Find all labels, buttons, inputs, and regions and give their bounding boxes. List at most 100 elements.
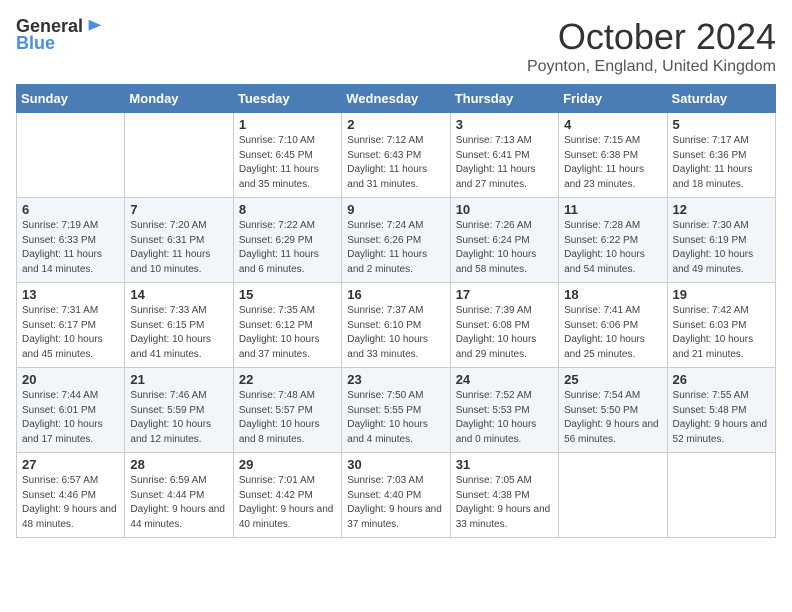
day-number: 15 [239, 287, 336, 302]
calendar-table: SundayMondayTuesdayWednesdayThursdayFrid… [16, 84, 776, 538]
week-row-4: 20 Sunrise: 7:44 AM Sunset: 6:01 PM Dayli… [17, 368, 776, 453]
weekday-header-friday: Friday [559, 85, 667, 113]
calendar-cell: 6Sunrise: 7:19 AM Sunset: 6:33 PM Daylig… [17, 198, 125, 283]
day-number: 21 [130, 372, 227, 387]
calendar-cell: 13Sunrise: 7:31 AM Sunset: 6:17 PM Dayli… [17, 283, 125, 368]
day-number: 19 [673, 287, 770, 302]
day-info: Sunrise: 7:50 AM Sunset: 5:55 PM Dayligh… [347, 389, 444, 447]
calendar-cell: 3Sunrise: 7:13 AM Sunset: 6:41 PM Daylig… [450, 113, 558, 198]
calendar-cell: 2 Sunrise: 7:12 AM Sunset: 6:43 PM Daylig… [342, 113, 450, 198]
week-row-1: 1 Sunrise: 7:10 AM Sunset: 6:45 PM Daylig… [17, 113, 776, 198]
calendar-cell: 21 Sunrise: 7:46 AM Sunset: 5:59 PM Dayli… [125, 368, 233, 453]
day-info: Sunrise: 7:33 AM Sunset: 6:15 PM Dayligh… [130, 304, 227, 362]
header: General Blue October 2024 Poynton, Engla… [16, 16, 776, 76]
day-info: Sunrise: 7:26 AM Sunset: 6:24 PM Dayligh… [456, 219, 553, 277]
calendar-cell: 15 Sunrise: 7:35 AM Sunset: 6:12 PM Dayli… [233, 283, 341, 368]
day-info: Sunrise: 7:39 AM Sunset: 6:08 PM Dayligh… [456, 304, 553, 362]
day-number: 16 [347, 287, 444, 302]
logo-blue: Blue [16, 33, 55, 54]
calendar-cell: 19 Sunrise: 7:42 AM Sunset: 6:03 PM Dayli… [667, 283, 775, 368]
day-info: Sunrise: 7:17 AM Sunset: 6:36 PM Dayligh… [673, 134, 770, 192]
day-info: Sunrise: 7:22 AM Sunset: 6:29 PM Dayligh… [239, 219, 336, 277]
day-number: 29 [239, 457, 336, 472]
calendar-cell: 17 Sunrise: 7:39 AM Sunset: 6:08 PM Dayli… [450, 283, 558, 368]
day-info: Sunrise: 7:44 AM Sunset: 6:01 PM Dayligh… [22, 389, 119, 447]
month-title: October 2024 [527, 16, 776, 58]
day-number: 7 [130, 202, 227, 217]
weekday-header-wednesday: Wednesday [342, 85, 450, 113]
day-number: 5 [673, 117, 770, 132]
calendar-cell: 4 Sunrise: 7:15 AM Sunset: 6:38 PM Daylig… [559, 113, 667, 198]
day-info: Sunrise: 7:35 AM Sunset: 6:12 PM Dayligh… [239, 304, 336, 362]
day-number: 18 [564, 287, 661, 302]
day-number: 10 [456, 202, 553, 217]
title-area: October 2024 Poynton, England, United Ki… [527, 16, 776, 76]
day-number: 4 [564, 117, 661, 132]
day-number: 27 [22, 457, 119, 472]
calendar-cell: 22Sunrise: 7:48 AM Sunset: 5:57 PM Dayli… [233, 368, 341, 453]
day-number: 11 [564, 202, 661, 217]
day-number: 28 [130, 457, 227, 472]
calendar-cell: 14Sunrise: 7:33 AM Sunset: 6:15 PM Dayli… [125, 283, 233, 368]
day-info: Sunrise: 7:37 AM Sunset: 6:10 PM Dayligh… [347, 304, 444, 362]
day-info: Sunrise: 7:55 AM Sunset: 5:48 PM Dayligh… [673, 389, 770, 447]
day-number: 17 [456, 287, 553, 302]
weekday-header-monday: Monday [125, 85, 233, 113]
calendar-cell: 18Sunrise: 7:41 AM Sunset: 6:06 PM Dayli… [559, 283, 667, 368]
calendar-cell: 16 Sunrise: 7:37 AM Sunset: 6:10 PM Dayli… [342, 283, 450, 368]
calendar-cell: 30 Sunrise: 7:03 AM Sunset: 4:40 PM Dayli… [342, 453, 450, 538]
calendar-cell: 11 Sunrise: 7:28 AM Sunset: 6:22 PM Dayli… [559, 198, 667, 283]
day-info: Sunrise: 7:52 AM Sunset: 5:53 PM Dayligh… [456, 389, 553, 447]
day-number: 13 [22, 287, 119, 302]
week-row-3: 13Sunrise: 7:31 AM Sunset: 6:17 PM Dayli… [17, 283, 776, 368]
day-info: Sunrise: 7:54 AM Sunset: 5:50 PM Dayligh… [564, 389, 661, 447]
day-number: 25 [564, 372, 661, 387]
calendar-cell [667, 453, 775, 538]
day-info: Sunrise: 7:30 AM Sunset: 6:19 PM Dayligh… [673, 219, 770, 277]
day-info: Sunrise: 7:42 AM Sunset: 6:03 PM Dayligh… [673, 304, 770, 362]
calendar-cell [125, 113, 233, 198]
day-number: 9 [347, 202, 444, 217]
day-number: 26 [673, 372, 770, 387]
calendar-cell: 12 Sunrise: 7:30 AM Sunset: 6:19 PM Dayli… [667, 198, 775, 283]
day-number: 1 [239, 117, 336, 132]
calendar-cell: 27Sunrise: 6:57 AM Sunset: 4:46 PM Dayli… [17, 453, 125, 538]
location-title: Poynton, England, United Kingdom [527, 58, 776, 76]
calendar-cell: 20 Sunrise: 7:44 AM Sunset: 6:01 PM Dayli… [17, 368, 125, 453]
weekday-header-tuesday: Tuesday [233, 85, 341, 113]
calendar-cell: 5 Sunrise: 7:17 AM Sunset: 6:36 PM Daylig… [667, 113, 775, 198]
day-number: 22 [239, 372, 336, 387]
day-info: Sunrise: 7:10 AM Sunset: 6:45 PM Dayligh… [239, 134, 336, 192]
day-number: 12 [673, 202, 770, 217]
day-number: 20 [22, 372, 119, 387]
calendar-cell [17, 113, 125, 198]
day-info: Sunrise: 6:59 AM Sunset: 4:44 PM Dayligh… [130, 474, 227, 532]
weekday-header-thursday: Thursday [450, 85, 558, 113]
day-info: Sunrise: 7:12 AM Sunset: 6:43 PM Dayligh… [347, 134, 444, 192]
day-number: 30 [347, 457, 444, 472]
day-info: Sunrise: 7:28 AM Sunset: 6:22 PM Dayligh… [564, 219, 661, 277]
header-row: SundayMondayTuesdayWednesdayThursdayFrid… [17, 85, 776, 113]
day-number: 2 [347, 117, 444, 132]
day-info: Sunrise: 7:20 AM Sunset: 6:31 PM Dayligh… [130, 219, 227, 277]
day-number: 3 [456, 117, 553, 132]
day-number: 24 [456, 372, 553, 387]
calendar-cell: 1 Sunrise: 7:10 AM Sunset: 6:45 PM Daylig… [233, 113, 341, 198]
day-info: Sunrise: 7:15 AM Sunset: 6:38 PM Dayligh… [564, 134, 661, 192]
week-row-2: 6Sunrise: 7:19 AM Sunset: 6:33 PM Daylig… [17, 198, 776, 283]
calendar-cell: 7 Sunrise: 7:20 AM Sunset: 6:31 PM Daylig… [125, 198, 233, 283]
day-info: Sunrise: 7:03 AM Sunset: 4:40 PM Dayligh… [347, 474, 444, 532]
day-number: 23 [347, 372, 444, 387]
calendar-cell: 9 Sunrise: 7:24 AM Sunset: 6:26 PM Daylig… [342, 198, 450, 283]
day-info: Sunrise: 7:24 AM Sunset: 6:26 PM Dayligh… [347, 219, 444, 277]
logo: General Blue [16, 16, 103, 54]
day-info: Sunrise: 7:01 AM Sunset: 4:42 PM Dayligh… [239, 474, 336, 532]
calendar-cell: 31Sunrise: 7:05 AM Sunset: 4:38 PM Dayli… [450, 453, 558, 538]
day-info: Sunrise: 7:46 AM Sunset: 5:59 PM Dayligh… [130, 389, 227, 447]
week-row-5: 27Sunrise: 6:57 AM Sunset: 4:46 PM Dayli… [17, 453, 776, 538]
calendar-cell: 8 Sunrise: 7:22 AM Sunset: 6:29 PM Daylig… [233, 198, 341, 283]
day-number: 8 [239, 202, 336, 217]
day-number: 31 [456, 457, 553, 472]
calendar-cell [559, 453, 667, 538]
calendar-cell: 28 Sunrise: 6:59 AM Sunset: 4:44 PM Dayli… [125, 453, 233, 538]
